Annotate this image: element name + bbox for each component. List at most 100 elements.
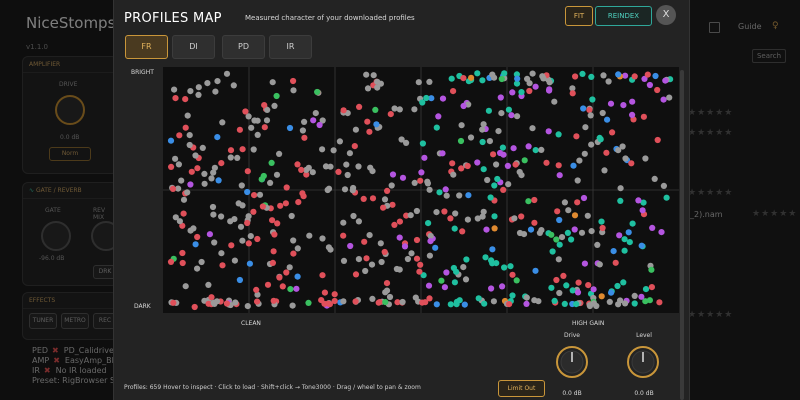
profile-dot[interactable]	[301, 134, 308, 141]
profile-dot[interactable]	[451, 225, 458, 232]
profile-dot[interactable]	[389, 171, 397, 178]
profile-dot[interactable]	[605, 78, 612, 85]
profile-dot[interactable]	[564, 229, 571, 236]
profile-dot[interactable]	[186, 141, 193, 149]
profile-dot[interactable]	[485, 107, 492, 114]
profile-dot[interactable]	[386, 293, 394, 301]
profile-dot[interactable]	[482, 254, 489, 261]
profile-dot[interactable]	[363, 255, 370, 262]
profile-dot[interactable]	[199, 144, 206, 151]
profile-dot[interactable]	[198, 258, 205, 266]
profile-dot[interactable]	[561, 199, 568, 206]
profile-dot[interactable]	[270, 297, 277, 304]
profile-dot[interactable]	[508, 112, 515, 119]
profile-dot[interactable]	[343, 161, 350, 168]
profile-dot[interactable]	[372, 106, 379, 113]
profile-dot[interactable]	[486, 138, 493, 145]
profile-dot[interactable]	[462, 276, 470, 283]
profile-dot[interactable]	[287, 286, 294, 293]
profile-dot[interactable]	[501, 70, 508, 77]
profile-dot[interactable]	[467, 134, 475, 141]
profile-dot[interactable]	[432, 244, 439, 251]
profile-dot[interactable]	[331, 297, 338, 305]
profile-dot[interactable]	[276, 274, 283, 281]
profile-dot[interactable]	[558, 234, 566, 241]
profile-dot[interactable]	[561, 300, 568, 307]
profile-dot[interactable]	[274, 220, 281, 227]
profile-dot[interactable]	[596, 261, 603, 268]
profile-dot[interactable]	[584, 212, 591, 219]
profile-dot[interactable]	[176, 132, 183, 139]
profile-dot[interactable]	[403, 139, 410, 146]
profile-dot[interactable]	[411, 106, 418, 113]
profile-dot[interactable]	[347, 242, 354, 250]
profile-dot[interactable]	[474, 215, 481, 222]
profile-dot[interactable]	[620, 279, 627, 286]
profile-dot[interactable]	[521, 157, 528, 164]
profile-dot[interactable]	[194, 233, 201, 241]
profile-dot[interactable]	[396, 218, 403, 225]
profile-dot[interactable]	[666, 94, 673, 101]
profile-dot[interactable]	[460, 102, 467, 110]
profile-dot[interactable]	[175, 161, 182, 168]
profile-dot[interactable]	[499, 144, 506, 151]
profile-dot[interactable]	[520, 231, 528, 238]
profile-dot[interactable]	[184, 112, 191, 119]
profile-dot[interactable]	[505, 106, 512, 113]
profile-dot[interactable]	[319, 235, 326, 242]
profile-dot[interactable]	[500, 186, 507, 193]
profile-dot[interactable]	[194, 165, 201, 172]
profile-dot[interactable]	[518, 213, 525, 220]
profile-dot[interactable]	[288, 212, 295, 220]
profile-dot[interactable]	[450, 171, 457, 178]
profile-dot[interactable]	[182, 96, 189, 103]
profile-dot[interactable]	[487, 194, 494, 201]
profile-dot[interactable]	[660, 182, 667, 189]
profile-dot[interactable]	[642, 155, 649, 162]
profile-dot[interactable]	[396, 106, 403, 113]
profile-dot[interactable]	[635, 197, 642, 204]
profile-dot[interactable]	[312, 110, 319, 117]
profile-dot[interactable]	[662, 77, 669, 84]
profile-dot[interactable]	[236, 126, 243, 133]
profile-dot[interactable]	[426, 186, 433, 193]
profile-dot[interactable]	[210, 169, 217, 176]
profile-dot[interactable]	[607, 100, 615, 107]
profile-dot[interactable]	[644, 71, 651, 78]
profile-dot[interactable]	[247, 233, 254, 240]
profile-dot[interactable]	[352, 271, 360, 278]
profile-dot[interactable]	[426, 252, 433, 259]
profile-dot[interactable]	[621, 247, 628, 254]
profile-dot[interactable]	[254, 235, 261, 243]
profile-dot[interactable]	[300, 193, 307, 200]
profile-dot[interactable]	[423, 94, 430, 102]
profile-dot[interactable]	[239, 202, 246, 209]
profile-dot[interactable]	[254, 131, 261, 138]
profile-dot[interactable]	[244, 303, 251, 310]
profile-dot[interactable]	[180, 196, 188, 203]
profile-dot[interactable]	[518, 89, 525, 96]
profile-dot[interactable]	[369, 295, 376, 302]
profile-dot[interactable]	[652, 72, 659, 80]
profile-dot[interactable]	[184, 189, 191, 196]
profile-dot[interactable]	[245, 213, 252, 220]
profile-dot[interactable]	[412, 294, 419, 301]
profile-dot[interactable]	[572, 73, 579, 80]
profile-dot[interactable]	[483, 226, 490, 233]
profile-dot[interactable]	[574, 199, 581, 206]
profile-dot[interactable]	[646, 297, 653, 304]
profile-dot[interactable]	[336, 138, 343, 145]
profile-dot[interactable]	[598, 293, 605, 300]
profile-dot[interactable]	[426, 78, 433, 85]
profile-dot[interactable]	[228, 242, 235, 249]
profile-dot[interactable]	[512, 161, 519, 168]
profile-dot[interactable]	[294, 273, 301, 280]
profile-dot[interactable]	[421, 154, 428, 161]
profile-dot[interactable]	[209, 203, 217, 211]
profile-dot[interactable]	[442, 186, 449, 193]
profile-dot[interactable]	[178, 177, 185, 184]
profile-dot[interactable]	[622, 300, 629, 307]
profile-dot[interactable]	[439, 95, 447, 102]
profile-dot[interactable]	[418, 169, 425, 176]
profile-dot[interactable]	[250, 146, 257, 153]
